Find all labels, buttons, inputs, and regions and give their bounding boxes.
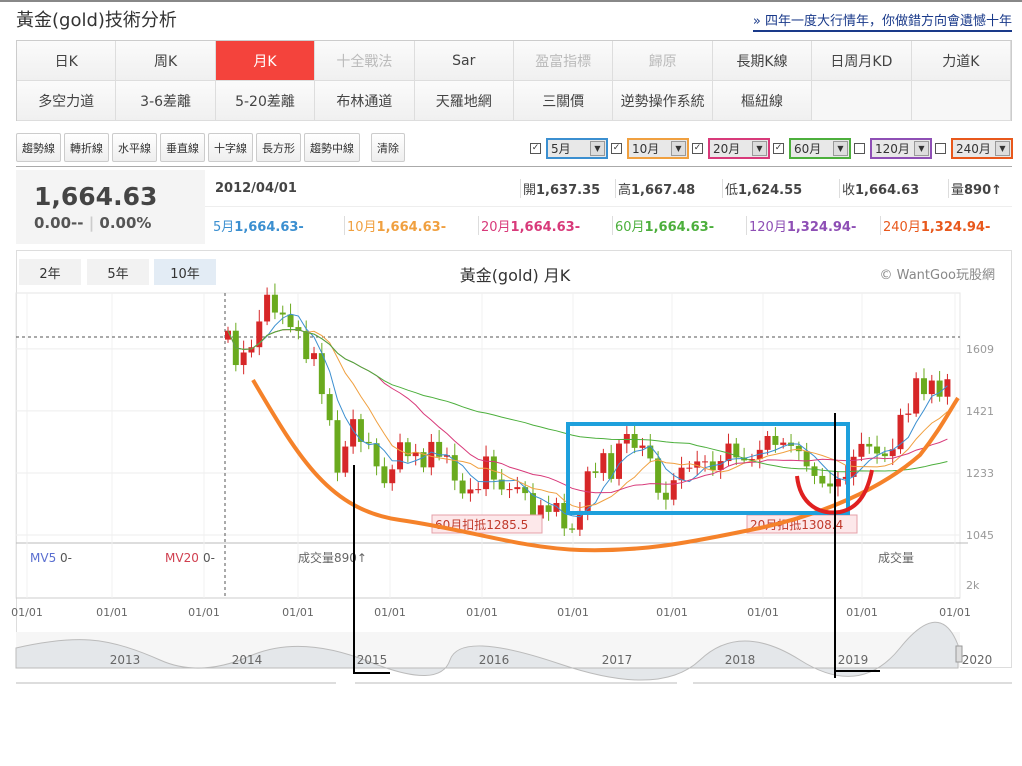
candle xyxy=(631,434,638,448)
candle xyxy=(342,446,349,473)
x-tick-label: 01/01 xyxy=(96,606,128,619)
candle xyxy=(279,312,286,315)
volume-label: 成交量 xyxy=(878,550,914,565)
candle xyxy=(819,475,826,484)
candle xyxy=(670,480,677,500)
navigator-year-label: 2020 xyxy=(962,653,993,667)
volume-label: 0- xyxy=(60,551,72,565)
candle xyxy=(928,380,935,395)
candle xyxy=(490,456,497,480)
candle xyxy=(389,469,396,484)
candle xyxy=(514,487,521,490)
candle xyxy=(780,442,787,445)
candle xyxy=(905,413,912,415)
candle xyxy=(467,489,474,494)
candle xyxy=(506,489,513,491)
candle xyxy=(858,443,865,457)
navigator-year-label: 2019 xyxy=(838,653,869,667)
navigator-year-label: 2013 xyxy=(110,653,141,667)
candle xyxy=(545,505,552,512)
candle xyxy=(311,353,318,360)
candle xyxy=(936,380,943,397)
candle xyxy=(623,434,630,444)
candle xyxy=(428,441,435,468)
candle xyxy=(600,453,607,473)
candle xyxy=(381,466,388,484)
candle xyxy=(881,453,888,457)
candle xyxy=(303,331,310,360)
plot-area xyxy=(15,292,961,599)
candle xyxy=(639,445,646,448)
candle xyxy=(913,378,920,414)
divider xyxy=(355,682,677,684)
volume-label: MV5 xyxy=(30,551,56,565)
x-tick-label: 01/01 xyxy=(466,606,498,619)
candle xyxy=(326,394,333,421)
divider xyxy=(693,682,1012,684)
candlestick-chart[interactable]: 1609 1421 1233 1045 2k 01/01 01/01 01/01 01/01 01… xyxy=(0,0,1022,766)
y-tick-label: 1421 xyxy=(966,405,994,418)
candle xyxy=(592,471,599,473)
candle xyxy=(287,314,294,328)
navigator-year-label: 2014 xyxy=(232,653,263,667)
candle xyxy=(475,489,482,491)
candle xyxy=(334,420,341,473)
candle xyxy=(318,353,325,395)
volume-tick-label: 2k xyxy=(966,579,980,592)
x-tick-label: 01/01 xyxy=(188,606,220,619)
navigator-year-label: 2018 xyxy=(725,653,756,667)
candle xyxy=(616,443,622,479)
candle xyxy=(357,419,364,442)
candle xyxy=(772,435,779,445)
candle xyxy=(827,483,834,487)
y-tick-label: 1233 xyxy=(966,467,994,480)
navigator-year-label: 2016 xyxy=(479,653,510,667)
candle xyxy=(608,453,615,479)
x-tick-label: 01/01 xyxy=(747,606,779,619)
candle xyxy=(397,442,404,470)
navigator-year-label: 2017 xyxy=(602,653,633,667)
candle xyxy=(795,445,802,452)
candle xyxy=(811,466,818,476)
x-tick-label: 01/01 xyxy=(282,606,314,619)
x-tick-label: 01/01 xyxy=(557,606,589,619)
y-tick-label: 1045 xyxy=(966,529,994,542)
x-tick-label: 01/01 xyxy=(656,606,688,619)
volume-label: 成交量890↑ xyxy=(298,550,367,565)
x-tick-label: 01/01 xyxy=(11,606,43,619)
volume-label: 0- xyxy=(203,551,215,565)
divider xyxy=(16,682,336,684)
x-tick-label: 01/01 xyxy=(846,606,878,619)
candle xyxy=(920,378,927,395)
navigator-handle[interactable] xyxy=(955,645,963,663)
candle xyxy=(662,492,669,500)
candle xyxy=(874,446,881,454)
candle xyxy=(271,294,278,313)
candle xyxy=(717,461,724,470)
candle xyxy=(240,352,247,366)
candle xyxy=(686,467,693,469)
x-tick-label: 01/01 xyxy=(374,606,406,619)
candle xyxy=(702,461,709,463)
candle xyxy=(866,443,873,447)
volume-label: MV20 xyxy=(165,551,199,565)
candle xyxy=(569,528,576,530)
candle xyxy=(655,458,662,493)
candle xyxy=(764,435,771,450)
candle xyxy=(553,502,560,512)
x-tick-label: 01/01 xyxy=(939,606,971,619)
y-tick-label: 1609 xyxy=(966,343,994,356)
navigator-year-label: 2015 xyxy=(357,653,388,667)
candle xyxy=(803,451,810,467)
candle xyxy=(459,480,466,494)
candle xyxy=(373,443,380,467)
candle xyxy=(264,294,271,322)
